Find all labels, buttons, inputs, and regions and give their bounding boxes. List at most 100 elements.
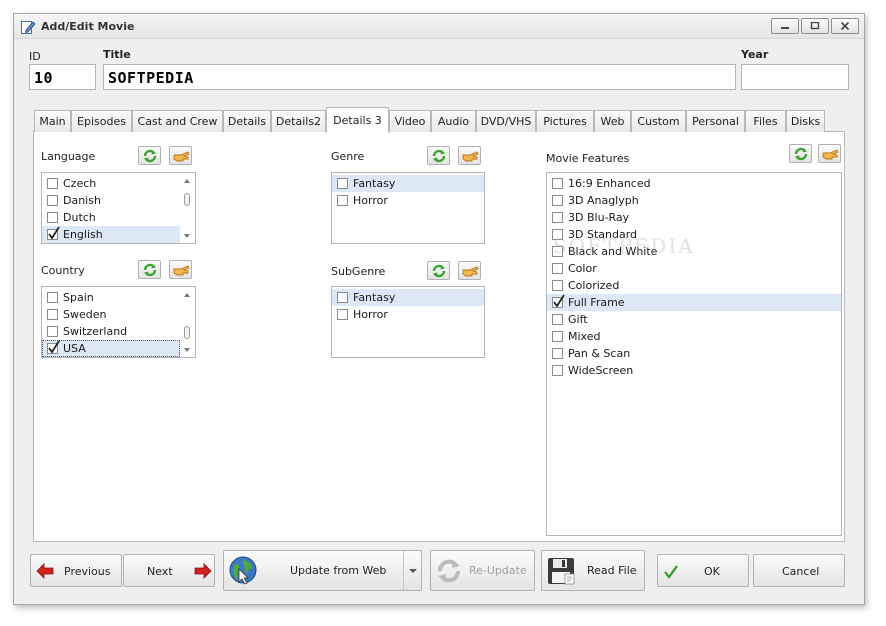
tab-pictures[interactable]: Pictures	[536, 110, 594, 132]
genre-refresh-button[interactable]	[427, 146, 450, 165]
checkbox[interactable]	[552, 280, 563, 291]
tab-dvd-vhs[interactable]: DVD/VHS	[476, 110, 536, 132]
checkbox[interactable]	[47, 212, 58, 223]
list-item[interactable]: Fantasy	[332, 175, 484, 192]
scroll-down-icon[interactable]	[184, 348, 190, 352]
close-button[interactable]	[831, 18, 859, 34]
language-scrollbar[interactable]	[180, 173, 195, 243]
language-edit-button[interactable]	[169, 146, 192, 165]
checkbox[interactable]	[47, 178, 58, 189]
checkbox[interactable]	[47, 340, 60, 354]
tab-personal[interactable]: Personal	[686, 110, 745, 132]
tab-web[interactable]: Web	[594, 110, 631, 132]
genre-edit-button[interactable]	[458, 146, 481, 165]
list-item[interactable]: Pan & Scan	[547, 345, 841, 362]
tab-main[interactable]: Main	[34, 110, 71, 132]
list-item[interactable]: Color	[547, 260, 841, 277]
movie-features-list[interactable]: 16:9 Enhanced 3D Anaglyph 3D Blu-Ray 3D …	[546, 172, 842, 536]
list-item[interactable]: Sweden	[42, 306, 195, 323]
checkbox[interactable]	[552, 263, 563, 274]
tab-video[interactable]: Video	[389, 110, 431, 132]
list-item[interactable]: Danish	[42, 192, 195, 209]
tab-details2[interactable]: Details2	[271, 110, 326, 132]
list-item[interactable]: Horror	[332, 306, 484, 323]
list-item[interactable]: 16:9 Enhanced	[547, 175, 841, 192]
checkbox[interactable]	[337, 309, 348, 320]
subgenre-edit-button[interactable]	[458, 261, 481, 280]
year-field[interactable]	[741, 64, 849, 90]
checkbox[interactable]	[47, 309, 58, 320]
list-item[interactable]: 3D Standard	[547, 226, 841, 243]
update-dropdown-button[interactable]	[403, 551, 421, 590]
checkbox[interactable]	[47, 292, 58, 303]
list-item[interactable]: Fantasy	[332, 289, 484, 306]
country-scrollbar[interactable]	[180, 287, 195, 357]
language-list[interactable]: Czech Danish Dutch English	[41, 172, 196, 244]
checkbox[interactable]	[47, 326, 58, 337]
scroll-up-icon[interactable]	[184, 293, 190, 297]
list-item[interactable]: 3D Blu-Ray	[547, 209, 841, 226]
tab-custom[interactable]: Custom	[631, 110, 686, 132]
checkbox[interactable]	[552, 331, 563, 342]
checkbox[interactable]	[337, 292, 348, 303]
previous-button[interactable]: Previous	[30, 554, 122, 587]
scroll-down-icon[interactable]	[184, 234, 190, 238]
features-refresh-button[interactable]	[789, 144, 812, 163]
checkbox[interactable]	[552, 178, 563, 189]
checkbox[interactable]	[552, 212, 563, 223]
scroll-up-icon[interactable]	[184, 179, 190, 183]
ok-button[interactable]: OK	[657, 554, 749, 587]
checkbox[interactable]	[552, 195, 563, 206]
tab-disks[interactable]: Disks	[786, 110, 825, 132]
list-item[interactable]: Full Frame	[547, 294, 841, 311]
subgenre-list[interactable]: Fantasy Horror	[331, 286, 485, 358]
maximize-button[interactable]	[801, 18, 829, 34]
scroll-thumb[interactable]	[184, 193, 190, 206]
checkbox[interactable]	[552, 246, 563, 257]
list-item[interactable]: English	[42, 226, 180, 243]
title-field[interactable]: SOFTPEDIA	[103, 64, 736, 90]
list-item[interactable]: 3D Anaglyph	[547, 192, 841, 209]
list-item[interactable]: Gift	[547, 311, 841, 328]
list-item[interactable]: Switzerland	[42, 323, 195, 340]
chevron-down-icon[interactable]	[409, 569, 417, 573]
re-update-button[interactable]: Re-Update	[430, 550, 535, 591]
checkbox[interactable]	[552, 229, 563, 240]
list-item[interactable]: Horror	[332, 192, 484, 209]
minimize-button[interactable]	[771, 18, 799, 34]
country-list[interactable]: Spain Sweden Switzerland USA	[41, 286, 196, 358]
subgenre-refresh-button[interactable]	[427, 261, 450, 280]
title-bar[interactable]: Add/Edit Movie	[14, 14, 864, 39]
tab-cast-and-crew[interactable]: Cast and Crew	[132, 110, 223, 132]
features-edit-button[interactable]	[818, 144, 841, 163]
country-refresh-button[interactable]	[138, 260, 161, 279]
language-refresh-button[interactable]	[138, 146, 161, 165]
checkbox[interactable]	[552, 294, 565, 308]
country-edit-button[interactable]	[169, 260, 192, 279]
read-file-button[interactable]: Read File	[541, 550, 645, 591]
tab-files[interactable]: Files	[745, 110, 786, 132]
tab-details[interactable]: Details	[223, 110, 271, 132]
update-from-web-button[interactable]: Update from Web	[223, 550, 422, 591]
scroll-thumb[interactable]	[184, 326, 190, 339]
list-item[interactable]: USA	[42, 340, 180, 357]
checkbox[interactable]	[47, 195, 58, 206]
checkbox[interactable]	[47, 226, 60, 240]
list-item[interactable]: Colorized	[547, 277, 841, 294]
tab-episodes[interactable]: Episodes	[71, 110, 132, 132]
checkbox[interactable]	[337, 195, 348, 206]
checkbox[interactable]	[552, 365, 563, 376]
list-item[interactable]: Spain	[42, 289, 195, 306]
list-item[interactable]: Dutch	[42, 209, 195, 226]
list-item[interactable]: Czech	[42, 175, 195, 192]
genre-list[interactable]: Fantasy Horror	[331, 172, 485, 244]
checkbox[interactable]	[552, 314, 563, 325]
list-item[interactable]: Mixed	[547, 328, 841, 345]
list-item[interactable]: WideScreen	[547, 362, 841, 379]
checkbox[interactable]	[552, 348, 563, 359]
list-item[interactable]: Black and White	[547, 243, 841, 260]
next-button[interactable]: Next	[123, 554, 215, 587]
id-field[interactable]: 10	[29, 64, 96, 90]
cancel-button[interactable]: Cancel	[753, 554, 845, 587]
tab-details3[interactable]: Details 3	[326, 107, 389, 133]
